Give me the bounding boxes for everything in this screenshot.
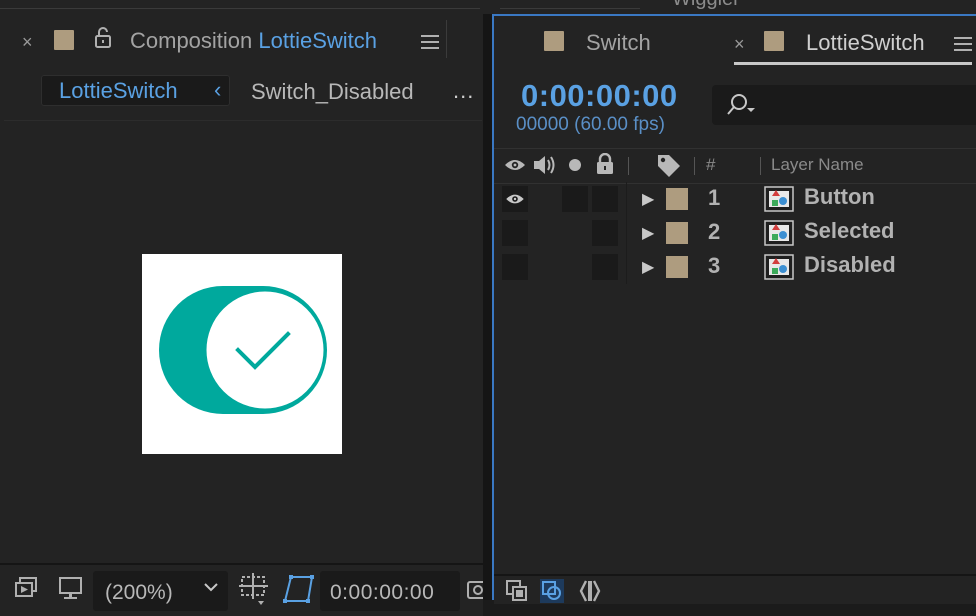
footage-icon (764, 254, 794, 280)
lock-toggle[interactable] (592, 220, 618, 246)
composition-tab-bar: × Composition LottieSwitch (0, 14, 483, 66)
eye-icon (506, 194, 524, 204)
layer-number: 1 (708, 185, 721, 210)
layer-column-header: # Layer Name (494, 148, 976, 184)
unlock-icon[interactable] (94, 26, 112, 48)
subtab-lottieswitch[interactable]: LottieSwitch ‹ (41, 75, 230, 106)
layer-number: 3 (708, 253, 721, 278)
layer-search-input[interactable] (712, 85, 976, 125)
subtab-label: LottieSwitch (59, 78, 178, 103)
visibility-toggle[interactable] (502, 220, 528, 246)
expand-triangle-icon[interactable]: ▶ (642, 189, 654, 209)
lock-toggle[interactable] (592, 186, 618, 212)
footage-icon (764, 220, 794, 246)
layer-row[interactable]: ▶ 1 Button (494, 182, 976, 216)
zoom-value: (200%) (105, 581, 173, 604)
lock-icon[interactable] (596, 153, 614, 175)
chevron-down-icon (204, 583, 218, 592)
wiggler-panel-title[interactable]: Wiggler (672, 0, 740, 11)
in-out-brackets-icon[interactable] (578, 579, 602, 603)
expand-triangle-icon[interactable]: ▶ (642, 257, 654, 277)
top-panel-strip: Wiggler (0, 0, 976, 14)
solo-toggle[interactable] (562, 186, 588, 212)
lock-toggle[interactable] (592, 254, 618, 280)
panel-menu-icon[interactable] (954, 37, 972, 53)
preview-toggle-icon[interactable] (14, 575, 40, 601)
switch-knob (203, 288, 327, 412)
tab-divider (446, 20, 447, 58)
row-divider (626, 250, 627, 284)
visibility-toggle[interactable] (502, 186, 528, 212)
solo-icon[interactable] (568, 158, 582, 172)
search-icon (727, 94, 755, 115)
composition-tab-prefix: Composition (130, 28, 253, 53)
column-layer-name[interactable]: Layer Name (771, 155, 864, 175)
active-tab-indicator (734, 62, 972, 65)
visibility-toggle[interactable] (502, 254, 528, 280)
current-time-display[interactable]: 0:00:00:00 (320, 571, 460, 611)
comp-flowchart-icon[interactable] (506, 580, 528, 602)
composition-tab-name: LottieSwitch (258, 28, 378, 53)
composition-navigator: LottieSwitch ‹ Switch_Disabled ... (0, 72, 483, 118)
row-divider (626, 216, 627, 250)
panel-divider[interactable] (483, 14, 492, 600)
layer-name[interactable]: Selected (804, 218, 895, 244)
composition-footer: (200%) 0:00:00:00 (0, 563, 483, 616)
top-panel-edge (0, 0, 480, 9)
toggle-switch-preview (159, 286, 327, 414)
label-color-swatch[interactable] (54, 30, 74, 50)
column-divider (760, 157, 761, 175)
composition-tab-title[interactable]: Composition LottieSwitch (130, 28, 377, 54)
expand-triangle-icon[interactable]: ▶ (642, 223, 654, 243)
top-panel-edge (500, 0, 640, 9)
layer-name[interactable]: Button (804, 184, 875, 210)
subtab-switch-disabled[interactable]: Switch_Disabled (251, 79, 414, 105)
layer-name[interactable]: Disabled (804, 252, 896, 278)
footage-icon (764, 186, 794, 212)
panel-menu-icon[interactable] (421, 35, 439, 51)
label-tag-icon[interactable] (656, 153, 682, 177)
label-color-swatch[interactable] (764, 31, 784, 51)
frame-rate-readout: 00000 (60.00 fps) (516, 114, 665, 135)
close-icon[interactable]: × (734, 34, 745, 55)
monitor-icon[interactable] (58, 575, 84, 601)
tab-switch[interactable]: Switch (586, 30, 651, 56)
layer-label-swatch[interactable] (666, 222, 688, 244)
column-divider (628, 157, 629, 175)
row-divider (626, 182, 627, 216)
column-number[interactable]: # (706, 155, 715, 175)
label-color-swatch[interactable] (544, 31, 564, 51)
layer-label-swatch[interactable] (666, 188, 688, 210)
layer-row[interactable]: ▶ 2 Selected (494, 216, 976, 250)
composition-panel: × Composition LottieSwitch LottieSwitch … (0, 14, 483, 616)
composition-canvas[interactable] (142, 254, 342, 454)
layer-number: 2 (708, 219, 721, 244)
snapshot-camera-icon[interactable] (466, 577, 483, 601)
audio-icon[interactable] (532, 154, 556, 176)
tab-lottieswitch[interactable]: LottieSwitch (806, 30, 925, 56)
timeline-panel: Switch × LottieSwitch 0:00:00:00 00000 (… (492, 14, 976, 604)
more-options-button[interactable]: ... (453, 78, 474, 104)
layer-label-swatch[interactable] (666, 256, 688, 278)
eye-icon[interactable] (504, 157, 526, 173)
mask-path-visibility-icon[interactable] (282, 573, 316, 605)
layer-switches-icon[interactable] (540, 579, 564, 603)
current-time-value: 0:00:00:00 (330, 581, 435, 604)
timeline-current-time[interactable]: 0:00:00:00 (521, 78, 678, 114)
column-divider (694, 157, 695, 175)
zoom-select[interactable]: (200%) (93, 571, 228, 611)
layer-row[interactable]: ▶ 3 Disabled (494, 250, 976, 284)
close-icon[interactable]: × (22, 32, 33, 53)
chevron-left-icon[interactable]: ‹ (214, 77, 221, 103)
region-of-interest-icon[interactable] (238, 571, 270, 607)
